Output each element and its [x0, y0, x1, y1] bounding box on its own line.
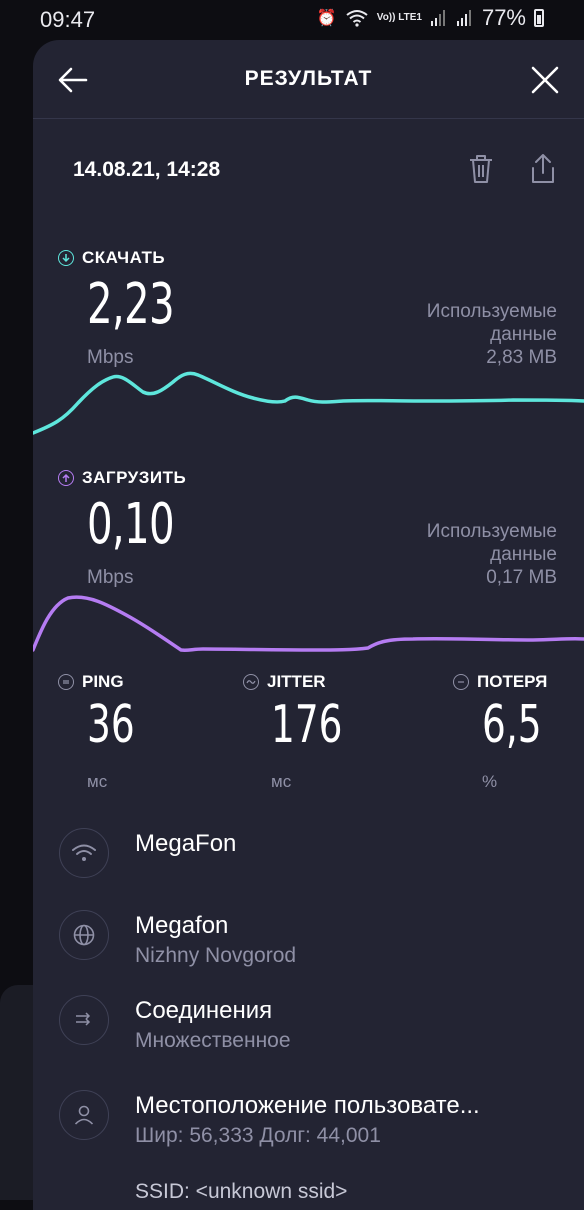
upload-used-value: 0,17 MB: [486, 567, 557, 588]
connections-label: Соединения: [135, 997, 273, 1024]
jitter-unit: мс: [271, 772, 292, 791]
loss-value: 6,5: [482, 695, 542, 755]
alarm-icon: ⏰: [316, 10, 337, 27]
share-icon[interactable]: [528, 152, 558, 186]
connections-value: Множественное: [135, 1029, 291, 1052]
upload-speed-graph: [33, 595, 584, 653]
loss-icon: [453, 674, 469, 690]
provider-row: MegaFon: [59, 828, 579, 888]
upload-label: ЗАГРУЗИТЬ: [58, 468, 186, 488]
jitter-label: JITTER: [243, 672, 326, 692]
download-value: 2,23: [87, 272, 175, 337]
upload-used-label-2: данные: [490, 544, 557, 565]
ping-icon: [58, 674, 74, 690]
loss-label: ПОТЕРЯ: [453, 672, 547, 692]
upload-used-data: Используемые данные 0,17 MB: [427, 520, 557, 589]
location-label: Местоположение пользовате...: [135, 1092, 480, 1119]
location-coords: Шир: 56,333 Долг: 44,001: [135, 1124, 381, 1147]
header: РЕЗУЛЬТАТ: [33, 40, 584, 119]
location-row: Местоположение пользовате... Шир: 56,333…: [59, 1090, 579, 1150]
ping-label: PING: [58, 672, 124, 692]
signal-icon-2: [456, 10, 471, 26]
server-row: Megafon Nizhny Novgorod: [59, 910, 579, 970]
signal-icon-1: [430, 10, 445, 26]
ping-unit: мс: [87, 772, 108, 791]
upload-arrow-icon: [58, 470, 74, 486]
upload-unit: Mbps: [87, 567, 134, 588]
download-used-label-2: данные: [490, 324, 557, 345]
wifi-status-icon: [346, 10, 368, 27]
download-label-text: СКАЧАТЬ: [82, 248, 166, 267]
ssid-label: SSID: <unknown ssid>: [135, 1180, 348, 1203]
server-name: Megafon: [135, 912, 229, 939]
battery-icon: [534, 9, 544, 27]
upload-used-label-1: Используемые: [426, 521, 557, 542]
status-icons: ⏰ Vo)) LTE1 77%: [317, 5, 544, 31]
ssid-row: SSID: <unknown ssid>: [59, 1180, 579, 1210]
jitter-label-text: JITTER: [267, 672, 326, 691]
ping-value: 36: [87, 695, 135, 755]
connections-arrows-icon: [59, 995, 109, 1045]
download-label: СКАЧАТЬ: [58, 248, 165, 268]
wifi-icon: [59, 828, 109, 878]
loss-label-text: ПОТЕРЯ: [477, 672, 548, 691]
user-icon: [59, 1090, 109, 1140]
jitter-icon: [243, 674, 259, 690]
ping-label-text: PING: [82, 672, 124, 691]
download-speed-graph: [33, 371, 584, 435]
status-time: 09:47: [40, 7, 96, 32]
connections-row: Соединения Множественное: [59, 995, 579, 1055]
upload-label-text: ЗАГРУЗИТЬ: [82, 468, 187, 487]
download-arrow-icon: [58, 250, 74, 266]
page-title: РЕЗУЛЬТАТ: [244, 67, 373, 90]
volte-lte-icon: Vo)) LTE1: [376, 12, 422, 23]
server-location: Nizhny Novgorod: [135, 944, 297, 967]
trash-icon[interactable]: [466, 152, 496, 186]
download-used-data: Используемые данные 2,83 MB: [427, 300, 557, 369]
download-used-label-1: Используемые: [426, 301, 557, 322]
loss-unit: %: [482, 772, 498, 791]
battery-percent: 77%: [481, 5, 526, 30]
globe-icon: [59, 910, 109, 960]
result-date: 14.08.21, 14:28: [73, 158, 221, 181]
upload-value: 0,10: [87, 492, 175, 557]
status-bar: 09:47 ⏰ Vo)) LTE1 77%: [0, 0, 584, 38]
provider-name: MegaFon: [135, 830, 237, 857]
jitter-value: 176: [271, 695, 343, 755]
result-panel: РЕЗУЛЬТАТ 14.08.21, 14:28 СКАЧАТЬ 2,23 M…: [33, 40, 584, 1210]
close-icon[interactable]: [527, 62, 563, 98]
